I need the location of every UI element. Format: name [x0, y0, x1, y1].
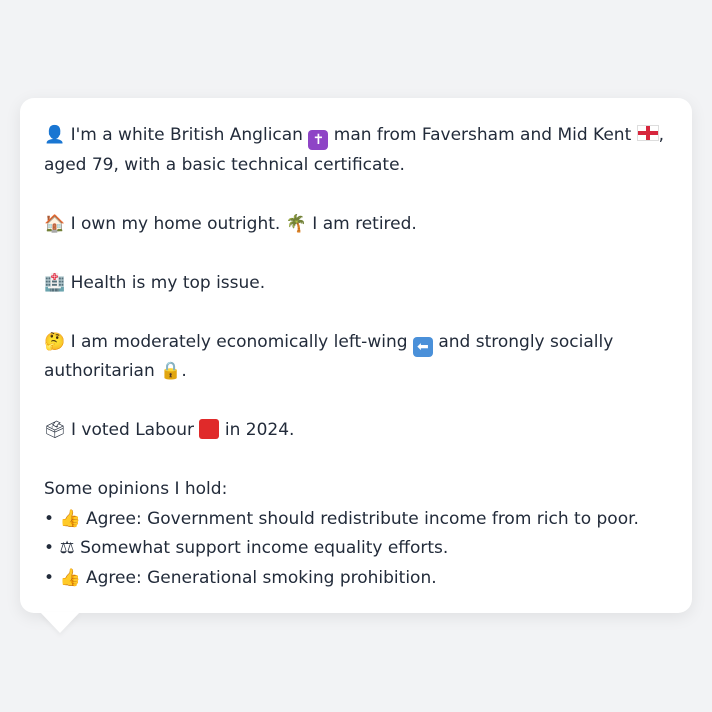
opinions-section: Some opinions I hold: • 👍 Agree: Governm…	[44, 475, 672, 593]
left-arrow-icon: ⬅	[412, 336, 433, 357]
bullet: •	[44, 538, 55, 558]
vote-text-a: I voted Labour	[71, 420, 195, 440]
identity-paragraph: 👤 I'm a white British Anglican ✝ man fro…	[44, 121, 672, 180]
chat-stage: 👤 I'm a white British Anglican ✝ man fro…	[0, 0, 712, 712]
opinions-heading: Some opinions I hold:	[44, 479, 228, 499]
person-icon: 👤	[44, 125, 66, 145]
thumbs-up-icon: 👍	[59, 508, 81, 529]
identity-text-b: man from Faversham and Mid Kent	[333, 125, 632, 145]
politics-text-a: I am moderately economically left-wing	[70, 331, 408, 352]
opinion-item: • ⚖ Somewhat support income equality eff…	[44, 534, 672, 564]
bubble-tail	[40, 612, 80, 633]
politics-text-c: authoritarian	[44, 361, 155, 381]
health-paragraph: 🏥 Health is my top issue.	[44, 269, 672, 299]
opinion-item: • 👍 Agree: Generational smoking prohibit…	[44, 564, 672, 594]
opinion-text: Agree: Generational smoking prohibition.	[86, 567, 437, 588]
scales-icon: ⚖	[59, 538, 75, 558]
palm-tree-icon: 🌴	[285, 213, 307, 234]
thumbs-up-icon: 👍	[59, 567, 81, 588]
home-text-b: I am retired.	[312, 213, 417, 234]
message-bubble: 👤 I'm a white British Anglican ✝ man fro…	[20, 98, 692, 613]
identity-text-c: ,	[658, 125, 665, 145]
house-icon: 🏠	[44, 213, 66, 234]
opinion-text: Somewhat support income equality efforts…	[80, 538, 449, 558]
bullet: •	[44, 508, 55, 529]
home-paragraph: 🏠 I own my home outright. 🌴 I am retired…	[44, 210, 672, 240]
opinion-item: • 👍 Agree: Government should redistribut…	[44, 505, 672, 535]
home-text-a: I own my home outright.	[70, 213, 281, 234]
red-square-icon	[199, 419, 220, 439]
politics-text-b: and strongly socially	[438, 331, 614, 352]
thinking-face-icon: 🤔	[44, 331, 66, 352]
cross-icon: ✝	[308, 130, 329, 150]
england-flag-icon	[636, 125, 659, 141]
politics-text-d: .	[181, 361, 187, 381]
opinions-list: • 👍 Agree: Government should redistribut…	[44, 505, 672, 594]
vote-paragraph: 🗳 I voted Labour in 2024.	[44, 416, 672, 446]
bullet: •	[44, 567, 55, 588]
health-text: Health is my top issue.	[70, 272, 266, 293]
politics-paragraph: 🤔 I am moderately economically left-wing…	[44, 328, 672, 387]
hospital-icon: 🏥	[44, 272, 66, 293]
lock-icon: 🔒	[160, 361, 182, 381]
identity-text-a: I'm a white British Anglican	[70, 125, 303, 145]
vote-text-b: in 2024.	[224, 420, 295, 440]
ballot-box-icon: 🗳	[44, 420, 66, 440]
opinion-text: Agree: Government should redistribute in…	[86, 508, 639, 529]
identity-text-line2: aged 79, with a basic technical certific…	[44, 154, 405, 175]
